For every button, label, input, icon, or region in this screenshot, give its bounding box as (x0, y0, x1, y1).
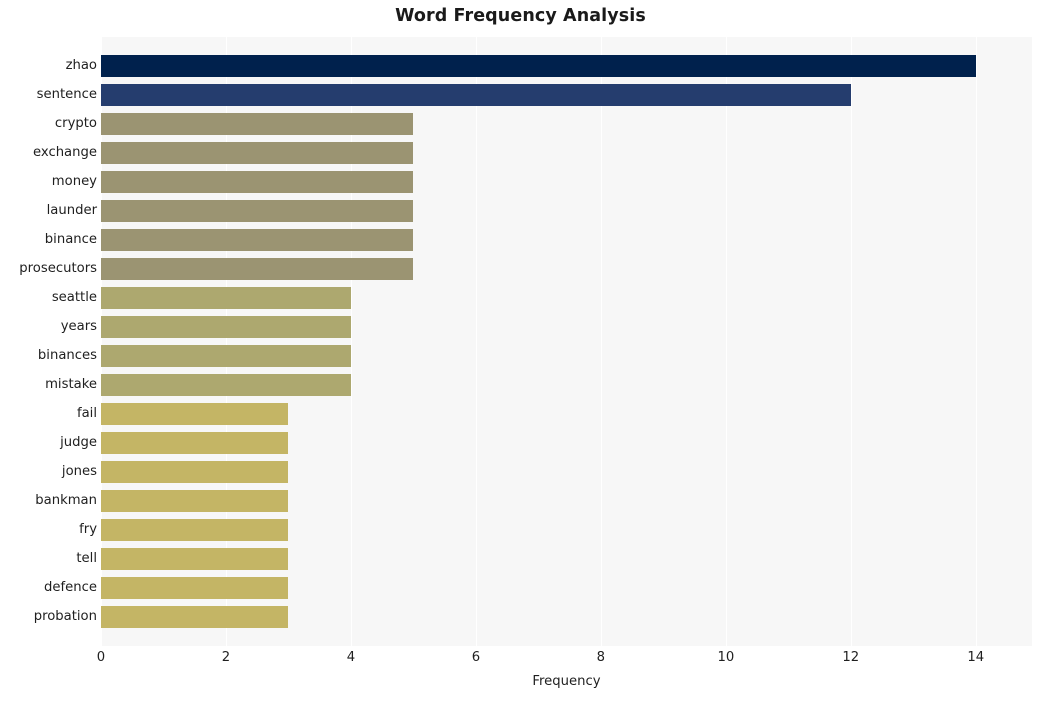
y-axis-tick-label: fail (76, 406, 97, 421)
y-axis-tick-label: bankman (35, 493, 97, 508)
bar[interactable] (101, 84, 851, 106)
y-axis-tick-label: jones (61, 464, 97, 479)
y-axis-tick-label: exchange (33, 145, 97, 160)
y-axis-tick-label: binances (37, 348, 97, 363)
bar-fill (101, 490, 289, 512)
bar-fill (101, 55, 976, 77)
x-axis-label: Frequency (532, 674, 601, 689)
x-axis-tick-label: 0 (96, 650, 106, 665)
y-axis-tick-label: binance (44, 232, 97, 247)
y-axis-tick-label: judge (60, 435, 97, 450)
bar-fill (101, 316, 351, 338)
bar[interactable] (101, 229, 414, 251)
bar[interactable] (101, 490, 289, 512)
bar[interactable] (101, 287, 351, 309)
bar-fill (101, 432, 289, 454)
bar[interactable] (101, 345, 351, 367)
x-axis-tick-label: 4 (346, 650, 356, 665)
y-axis-tick-label: prosecutors (19, 261, 97, 276)
x-axis-tick-label: 10 (717, 650, 735, 665)
bar[interactable] (101, 403, 289, 425)
bar-fill (101, 461, 289, 483)
bar-fill (101, 142, 414, 164)
bar[interactable] (101, 606, 289, 628)
bar-fill (101, 606, 289, 628)
bar[interactable] (101, 55, 976, 77)
bar-fill (101, 403, 289, 425)
bar[interactable] (101, 258, 414, 280)
x-axis-tick-label: 2 (221, 650, 231, 665)
bar-fill (101, 258, 414, 280)
x-axis-tick-label: 12 (842, 650, 860, 665)
plot-area (101, 37, 1032, 646)
y-axis-tick-label: defence (44, 580, 97, 595)
bar-fill (101, 345, 351, 367)
word-frequency-chart: Word Frequency Analysis zhao sentence cryp… (0, 0, 1041, 701)
y-axis-tick-label: mistake (45, 377, 97, 392)
y-axis-tick-label: seattle (51, 290, 97, 305)
x-axis-tick-labels: 0 2 4 6 8 10 12 14 (97, 650, 1032, 672)
y-axis-tick-label: sentence (36, 87, 97, 102)
bar[interactable] (101, 200, 414, 222)
bar[interactable] (101, 113, 414, 135)
bar[interactable] (101, 461, 289, 483)
y-axis-tick-label: crypto (54, 116, 97, 131)
y-axis-tick-label: tell (76, 551, 97, 566)
bar-fill (101, 200, 414, 222)
y-axis-tick-label: launder (46, 203, 97, 218)
bar[interactable] (101, 519, 289, 541)
bars-container (101, 37, 1032, 646)
x-axis-tick-label: 8 (596, 650, 606, 665)
bar[interactable] (101, 432, 289, 454)
bar-fill (101, 374, 351, 396)
bar-fill (101, 548, 289, 570)
y-axis-tick-label: money (51, 174, 97, 189)
y-axis-tick-label: probation (33, 609, 97, 624)
y-axis-tick-label: fry (79, 522, 97, 537)
y-axis-tick-label: zhao (65, 58, 97, 73)
x-axis-tick-label: 14 (967, 650, 985, 665)
bar-fill (101, 171, 414, 193)
x-axis-tick-label: 6 (471, 650, 481, 665)
bar-fill (101, 84, 851, 106)
y-axis-tick-labels: zhao sentence crypto exchange money launder bi… (0, 37, 97, 646)
chart-title: Word Frequency Analysis (395, 6, 646, 26)
y-axis-tick-label: years (60, 319, 97, 334)
bar[interactable] (101, 171, 414, 193)
bar[interactable] (101, 548, 289, 570)
bar-fill (101, 287, 351, 309)
bar[interactable] (101, 577, 289, 599)
bar[interactable] (101, 316, 351, 338)
bar-fill (101, 113, 414, 135)
bar[interactable] (101, 374, 351, 396)
bar-fill (101, 229, 414, 251)
bar-fill (101, 519, 289, 541)
bar[interactable] (101, 142, 414, 164)
bar-fill (101, 577, 289, 599)
